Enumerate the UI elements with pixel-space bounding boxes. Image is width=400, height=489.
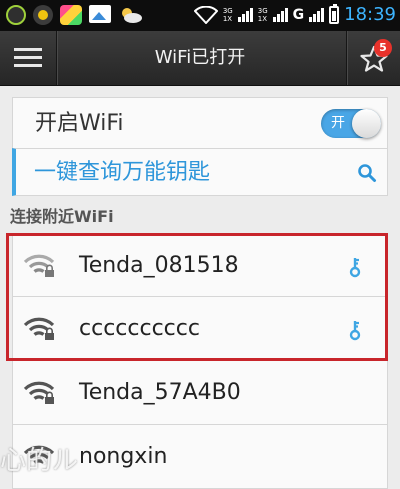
network-name: Tenda_57A4B0 xyxy=(79,380,241,405)
toggle-knob xyxy=(352,109,381,138)
signal-2-top: 3G xyxy=(257,6,268,15)
notification-icons xyxy=(6,5,144,25)
wifi-network-item[interactable]: Tenda_57A4B0 xyxy=(12,361,388,425)
network-name: Tenda_081518 xyxy=(79,253,239,278)
network-name: cccccccccc xyxy=(79,316,200,341)
page-title: WiFi已打开 xyxy=(154,47,246,68)
toggle-on-label: 开 xyxy=(331,115,345,131)
master-key-query-button[interactable]: 一键查询万能钥匙 xyxy=(12,148,388,196)
notification-badge: 5 xyxy=(374,39,392,57)
divider xyxy=(346,31,347,85)
wifi-network-item[interactable]: nongxin xyxy=(12,425,388,489)
title-bar: WiFi已打开 5 xyxy=(0,31,400,86)
network-name: nongxin xyxy=(79,444,168,469)
key-icon xyxy=(349,258,361,278)
signal-2-bars-icon xyxy=(272,7,288,22)
nearby-wifi-section-label: 连接附近WiFi xyxy=(10,207,114,226)
signal-3-bars-icon xyxy=(309,7,325,22)
wifi-switch-row: 开启WiFi 开 xyxy=(12,97,388,148)
signal-1-bottom: 1X xyxy=(222,14,233,23)
favorites-button[interactable]: 5 xyxy=(356,39,392,75)
wechat-icon xyxy=(6,5,26,25)
key-icon xyxy=(349,321,361,341)
wifi-signal-locked-icon xyxy=(23,254,55,277)
qq-icon xyxy=(33,5,53,25)
wifi-network-item[interactable]: cccccccccc xyxy=(12,297,388,361)
wifi-network-list: Tenda_081518 cccccccccc Tenda_57A4B0 non… xyxy=(12,233,388,489)
signal-1-top: 3G xyxy=(222,6,233,15)
signal-2-label: 3G 1X xyxy=(258,7,268,23)
wifi-signal-locked-icon xyxy=(23,381,55,404)
status-indicators: 3G 1X 3G 1X G 18:39 xyxy=(193,3,396,25)
signal-2-bottom: 1X xyxy=(257,14,267,23)
weather-icon xyxy=(118,5,144,25)
signal-1-bars-icon xyxy=(237,7,253,22)
status-bar: 3G 1X 3G 1X G 18:39 xyxy=(0,0,400,31)
battery-icon xyxy=(329,3,340,24)
wifi-status-icon xyxy=(193,5,218,24)
wifi-switch-label: 开启WiFi xyxy=(35,111,124,136)
network-type: G xyxy=(292,6,305,23)
search-icon xyxy=(358,164,376,182)
appstore-icon xyxy=(60,5,82,25)
wifi-signal-locked-icon xyxy=(23,445,55,464)
wifi-network-item[interactable]: Tenda_081518 xyxy=(12,233,388,297)
signal-1-label: 3G 1X xyxy=(223,7,233,23)
wifi-signal-locked-icon xyxy=(23,317,55,340)
master-key-query-label: 一键查询万能钥匙 xyxy=(34,160,211,185)
gallery-icon xyxy=(89,5,111,23)
clock: 18:39 xyxy=(344,4,396,25)
wifi-toggle[interactable]: 开 xyxy=(321,109,381,138)
